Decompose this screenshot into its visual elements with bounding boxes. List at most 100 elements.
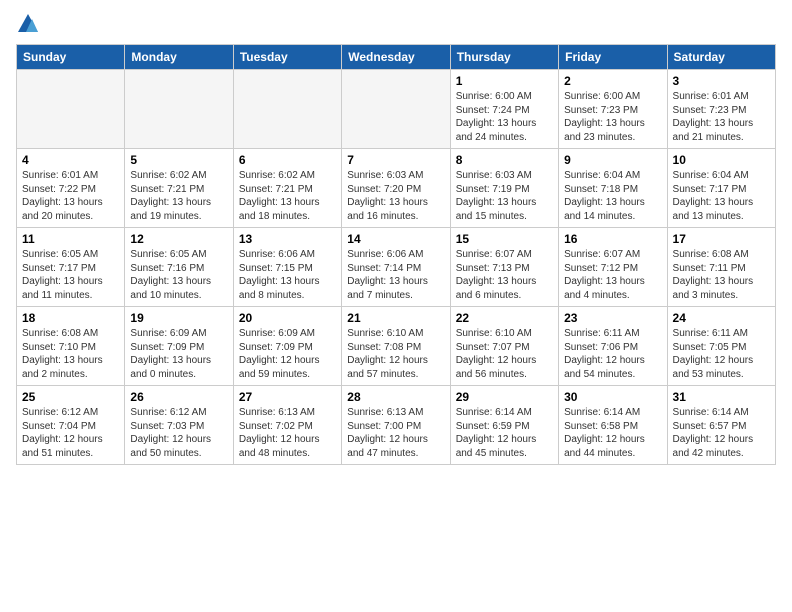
day-cell: 24 Sunrise: 6:11 AM Sunset: 7:05 PM Dayli… bbox=[667, 307, 775, 386]
day-number: 24 bbox=[673, 311, 770, 325]
day-cell: 31 Sunrise: 6:14 AM Sunset: 6:57 PM Dayli… bbox=[667, 386, 775, 465]
calendar-header-row: SundayMondayTuesdayWednesdayThursdayFrid… bbox=[17, 45, 776, 70]
day-number: 30 bbox=[564, 390, 661, 404]
day-cell: 17 Sunrise: 6:08 AM Sunset: 7:11 PM Dayli… bbox=[667, 228, 775, 307]
day-number: 17 bbox=[673, 232, 770, 246]
day-cell: 18 Sunrise: 6:08 AM Sunset: 7:10 PM Dayli… bbox=[17, 307, 125, 386]
day-cell: 20Sunrise: 6:09 AM Sunset: 7:09 PM Dayli… bbox=[233, 307, 341, 386]
calendar: SundayMondayTuesdayWednesdayThursdayFrid… bbox=[16, 44, 776, 465]
day-cell bbox=[125, 70, 233, 149]
day-number: 9 bbox=[564, 153, 661, 167]
day-info: Sunrise: 6:13 AM Sunset: 7:02 PM Dayligh… bbox=[239, 406, 336, 460]
day-cell: 8 Sunrise: 6:03 AM Sunset: 7:19 PM Daylig… bbox=[450, 149, 558, 228]
header-wednesday: Wednesday bbox=[342, 45, 450, 70]
day-cell: 5 Sunrise: 6:02 AM Sunset: 7:21 PM Daylig… bbox=[125, 149, 233, 228]
header-saturday: Saturday bbox=[667, 45, 775, 70]
day-number: 6 bbox=[239, 153, 336, 167]
day-number: 2 bbox=[564, 74, 661, 88]
day-number: 3 bbox=[673, 74, 770, 88]
day-cell: 30Sunrise: 6:14 AM Sunset: 6:58 PM Dayli… bbox=[559, 386, 667, 465]
day-number: 29 bbox=[456, 390, 553, 404]
week-row-5: 25 Sunrise: 6:12 AM Sunset: 7:04 PM Dayli… bbox=[17, 386, 776, 465]
header-tuesday: Tuesday bbox=[233, 45, 341, 70]
day-info: Sunrise: 6:05 AM Sunset: 7:16 PM Dayligh… bbox=[130, 248, 227, 302]
day-info: Sunrise: 6:13 AM Sunset: 7:00 PM Dayligh… bbox=[347, 406, 444, 460]
day-cell bbox=[17, 70, 125, 149]
day-cell bbox=[342, 70, 450, 149]
day-number: 10 bbox=[673, 153, 770, 167]
day-number: 4 bbox=[22, 153, 119, 167]
header-sunday: Sunday bbox=[17, 45, 125, 70]
day-info: Sunrise: 6:11 AM Sunset: 7:05 PM Dayligh… bbox=[673, 327, 770, 381]
day-info: Sunrise: 6:07 AM Sunset: 7:12 PM Dayligh… bbox=[564, 248, 661, 302]
day-info: Sunrise: 6:04 AM Sunset: 7:18 PM Dayligh… bbox=[564, 169, 661, 223]
day-info: Sunrise: 6:12 AM Sunset: 7:03 PM Dayligh… bbox=[130, 406, 227, 460]
day-info: Sunrise: 6:11 AM Sunset: 7:06 PM Dayligh… bbox=[564, 327, 661, 381]
week-row-4: 18 Sunrise: 6:08 AM Sunset: 7:10 PM Dayli… bbox=[17, 307, 776, 386]
day-cell: 6 Sunrise: 6:02 AM Sunset: 7:21 PM Daylig… bbox=[233, 149, 341, 228]
day-info: Sunrise: 6:08 AM Sunset: 7:10 PM Dayligh… bbox=[22, 327, 119, 381]
day-number: 5 bbox=[130, 153, 227, 167]
day-cell: 11 Sunrise: 6:05 AM Sunset: 7:17 PM Dayli… bbox=[17, 228, 125, 307]
day-info: Sunrise: 6:01 AM Sunset: 7:22 PM Dayligh… bbox=[22, 169, 119, 223]
day-number: 11 bbox=[22, 232, 119, 246]
day-number: 26 bbox=[130, 390, 227, 404]
day-cell: 27 Sunrise: 6:13 AM Sunset: 7:02 PM Dayli… bbox=[233, 386, 341, 465]
day-cell: 2 Sunrise: 6:00 AM Sunset: 7:23 PM Daylig… bbox=[559, 70, 667, 149]
day-info: Sunrise: 6:03 AM Sunset: 7:19 PM Dayligh… bbox=[456, 169, 553, 223]
day-number: 15 bbox=[456, 232, 553, 246]
day-cell: 1Sunrise: 6:00 AM Sunset: 7:24 PM Daylig… bbox=[450, 70, 558, 149]
day-number: 21 bbox=[347, 311, 444, 325]
header-friday: Friday bbox=[559, 45, 667, 70]
day-number: 13 bbox=[239, 232, 336, 246]
day-cell: 25 Sunrise: 6:12 AM Sunset: 7:04 PM Dayli… bbox=[17, 386, 125, 465]
day-number: 7 bbox=[347, 153, 444, 167]
day-info: Sunrise: 6:00 AM Sunset: 7:23 PM Dayligh… bbox=[564, 90, 661, 144]
day-cell: 14Sunrise: 6:06 AM Sunset: 7:14 PM Dayli… bbox=[342, 228, 450, 307]
day-number: 19 bbox=[130, 311, 227, 325]
day-info: Sunrise: 6:00 AM Sunset: 7:24 PM Dayligh… bbox=[456, 90, 553, 144]
day-cell: 16Sunrise: 6:07 AM Sunset: 7:12 PM Dayli… bbox=[559, 228, 667, 307]
day-info: Sunrise: 6:12 AM Sunset: 7:04 PM Dayligh… bbox=[22, 406, 119, 460]
day-info: Sunrise: 6:05 AM Sunset: 7:17 PM Dayligh… bbox=[22, 248, 119, 302]
day-cell: 21Sunrise: 6:10 AM Sunset: 7:08 PM Dayli… bbox=[342, 307, 450, 386]
week-row-3: 11 Sunrise: 6:05 AM Sunset: 7:17 PM Dayli… bbox=[17, 228, 776, 307]
day-info: Sunrise: 6:14 AM Sunset: 6:57 PM Dayligh… bbox=[673, 406, 770, 460]
day-number: 18 bbox=[22, 311, 119, 325]
day-info: Sunrise: 6:08 AM Sunset: 7:11 PM Dayligh… bbox=[673, 248, 770, 302]
day-cell: 22Sunrise: 6:10 AM Sunset: 7:07 PM Dayli… bbox=[450, 307, 558, 386]
header-thursday: Thursday bbox=[450, 45, 558, 70]
day-info: Sunrise: 6:01 AM Sunset: 7:23 PM Dayligh… bbox=[673, 90, 770, 144]
day-cell: 26 Sunrise: 6:12 AM Sunset: 7:03 PM Dayli… bbox=[125, 386, 233, 465]
day-number: 23 bbox=[564, 311, 661, 325]
day-info: Sunrise: 6:14 AM Sunset: 6:59 PM Dayligh… bbox=[456, 406, 553, 460]
day-cell: 12 Sunrise: 6:05 AM Sunset: 7:16 PM Dayli… bbox=[125, 228, 233, 307]
day-cell: 13Sunrise: 6:06 AM Sunset: 7:15 PM Dayli… bbox=[233, 228, 341, 307]
header bbox=[16, 16, 776, 32]
day-cell: 10 Sunrise: 6:04 AM Sunset: 7:17 PM Dayli… bbox=[667, 149, 775, 228]
day-info: Sunrise: 6:02 AM Sunset: 7:21 PM Dayligh… bbox=[239, 169, 336, 223]
day-info: Sunrise: 6:03 AM Sunset: 7:20 PM Dayligh… bbox=[347, 169, 444, 223]
day-cell: 29 Sunrise: 6:14 AM Sunset: 6:59 PM Dayli… bbox=[450, 386, 558, 465]
day-cell: 28 Sunrise: 6:13 AM Sunset: 7:00 PM Dayli… bbox=[342, 386, 450, 465]
header-monday: Monday bbox=[125, 45, 233, 70]
day-info: Sunrise: 6:07 AM Sunset: 7:13 PM Dayligh… bbox=[456, 248, 553, 302]
day-number: 20 bbox=[239, 311, 336, 325]
logo bbox=[16, 16, 38, 32]
day-cell: 7 Sunrise: 6:03 AM Sunset: 7:20 PM Daylig… bbox=[342, 149, 450, 228]
day-number: 8 bbox=[456, 153, 553, 167]
day-cell: 19Sunrise: 6:09 AM Sunset: 7:09 PM Dayli… bbox=[125, 307, 233, 386]
week-row-2: 4 Sunrise: 6:01 AM Sunset: 7:22 PM Daylig… bbox=[17, 149, 776, 228]
day-number: 31 bbox=[673, 390, 770, 404]
day-number: 28 bbox=[347, 390, 444, 404]
day-number: 25 bbox=[22, 390, 119, 404]
day-number: 27 bbox=[239, 390, 336, 404]
day-cell bbox=[233, 70, 341, 149]
day-cell: 3 Sunrise: 6:01 AM Sunset: 7:23 PM Daylig… bbox=[667, 70, 775, 149]
week-row-1: 1Sunrise: 6:00 AM Sunset: 7:24 PM Daylig… bbox=[17, 70, 776, 149]
day-info: Sunrise: 6:02 AM Sunset: 7:21 PM Dayligh… bbox=[130, 169, 227, 223]
day-info: Sunrise: 6:04 AM Sunset: 7:17 PM Dayligh… bbox=[673, 169, 770, 223]
day-number: 12 bbox=[130, 232, 227, 246]
day-info: Sunrise: 6:06 AM Sunset: 7:14 PM Dayligh… bbox=[347, 248, 444, 302]
day-info: Sunrise: 6:10 AM Sunset: 7:07 PM Dayligh… bbox=[456, 327, 553, 381]
